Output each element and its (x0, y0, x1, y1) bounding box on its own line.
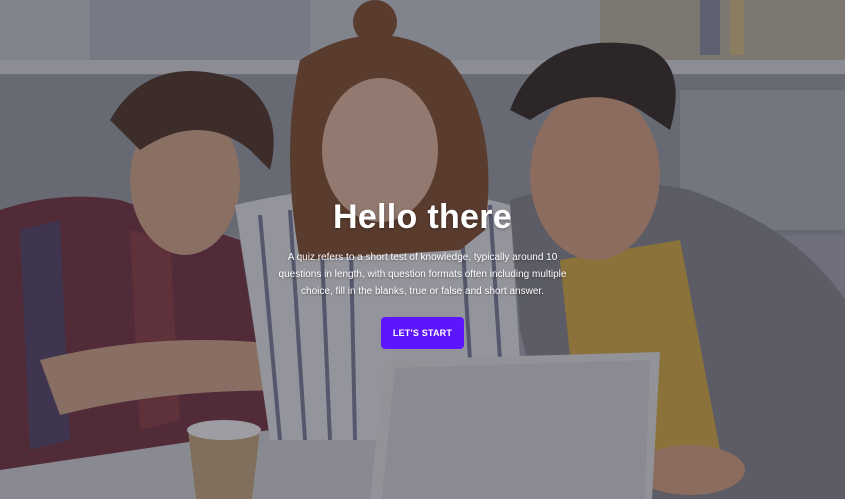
hero-section: Hello there A quiz refers to a short tes… (0, 0, 845, 499)
hero-description: A quiz refers to a short test of knowled… (278, 252, 567, 297)
lets-start-button[interactable]: LET'S START (380, 317, 465, 349)
hero-content: Hello there A quiz refers to a short tes… (0, 198, 845, 349)
hero-title: Hello there (332, 198, 512, 236)
